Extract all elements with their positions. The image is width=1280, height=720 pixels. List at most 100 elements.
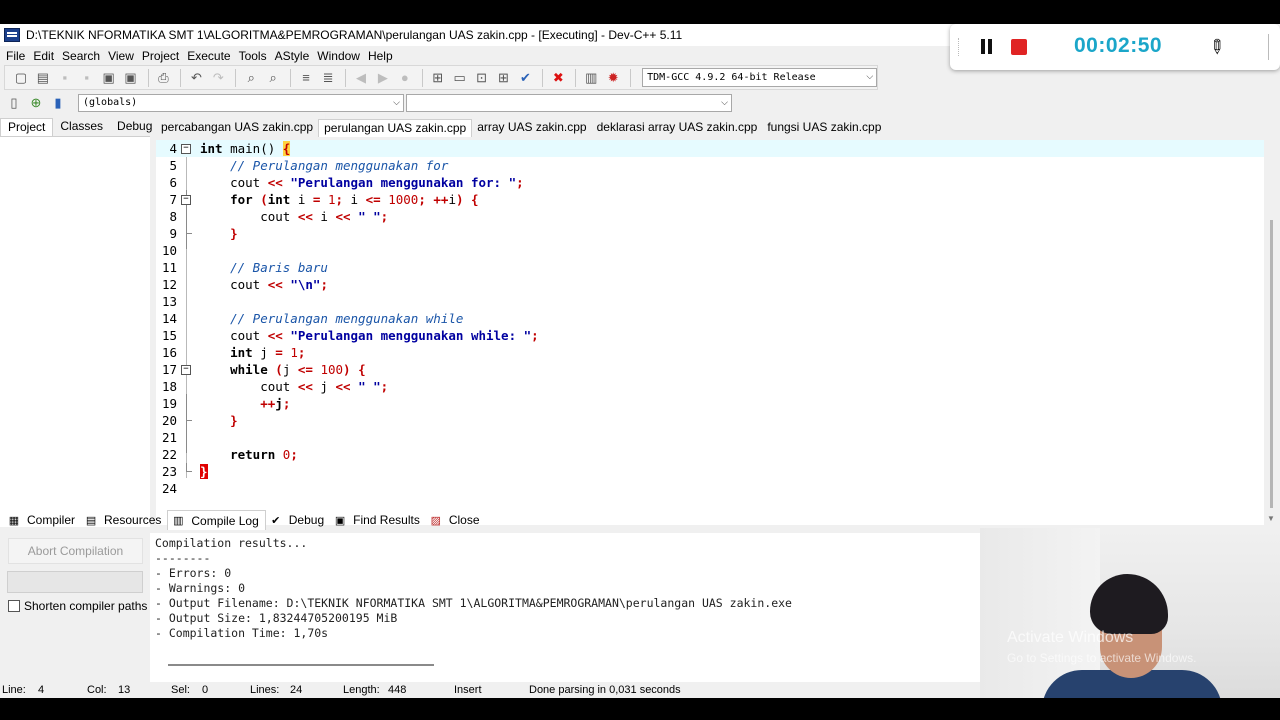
pause-icon[interactable] xyxy=(978,38,996,56)
tab-compiler[interactable]: ▦ Compiler xyxy=(4,510,81,530)
compile-log-output[interactable]: Compilation results... -------- - Errors… xyxy=(150,533,980,683)
rebuild-icon[interactable]: ⊞ xyxy=(494,68,514,88)
indent-icon[interactable]: ≡ xyxy=(296,68,316,88)
code-line[interactable]: 15 cout << "Perulangan menggunakan while… xyxy=(156,327,1264,344)
bookmark-icon[interactable]: ● xyxy=(395,68,415,88)
code-line[interactable]: 4− int main() { xyxy=(156,140,1264,157)
abort-compilation-button[interactable]: Abort Compilation xyxy=(8,538,143,564)
compiler-select[interactable]: TDM-GCC 4.9.2 64-bit Release ⌵ xyxy=(642,68,878,87)
tab-debug[interactable]: Debug xyxy=(110,118,159,136)
menu-help[interactable]: Help xyxy=(364,49,397,63)
editor-vertical-scrollbar[interactable]: ▼ xyxy=(1264,140,1280,525)
file-tab[interactable]: deklarasi array UAS zakin.cpp xyxy=(592,119,763,137)
debug-icon[interactable]: ✹ xyxy=(603,68,623,88)
code-line[interactable]: 19 ++j; xyxy=(156,395,1264,412)
menu-tools[interactable]: Tools xyxy=(235,49,271,63)
fold-toggle-icon[interactable]: − xyxy=(181,365,191,375)
file-tab[interactable]: array UAS zakin.cpp xyxy=(472,119,591,137)
code-line[interactable]: 22 return 0; xyxy=(156,446,1264,463)
code-line[interactable]: 8 cout << i << " "; xyxy=(156,208,1264,225)
code-line[interactable]: 12 cout << "\n"; xyxy=(156,276,1264,293)
code-text: cout << "Perulangan menggunakan while: "… xyxy=(200,327,539,344)
toggle-icon[interactable]: ▮ xyxy=(48,93,68,113)
menu-project[interactable]: Project xyxy=(138,49,183,63)
unindent-icon[interactable]: ≣ xyxy=(318,68,338,88)
run-icon[interactable]: ▭ xyxy=(450,68,470,88)
status-col-value: 13 xyxy=(118,684,131,696)
scroll-down-icon[interactable]: ▼ xyxy=(1267,514,1275,523)
new-class-icon[interactable]: ▯ xyxy=(4,93,24,113)
tab-project[interactable]: Project xyxy=(0,118,54,136)
fold-toggle-icon[interactable]: − xyxy=(181,144,191,154)
status-message: Done parsing in 0,031 seconds xyxy=(529,684,681,696)
code-line[interactable]: 14 // Perulangan menggunakan while xyxy=(156,310,1264,327)
forward-icon[interactable]: ▶ xyxy=(373,68,393,88)
save-all-icon[interactable]: ▪ xyxy=(77,68,97,88)
menu-view[interactable]: View xyxy=(104,49,138,63)
chart-icon[interactable]: ▥ xyxy=(581,68,601,88)
toolbar-separator xyxy=(575,68,577,87)
file-tab[interactable]: percabangan UAS zakin.cpp xyxy=(156,119,318,137)
draw-pen-icon[interactable]: ✎ xyxy=(1202,34,1230,62)
save-icon[interactable]: ▪ xyxy=(55,68,75,88)
file-tab-active[interactable]: perulangan UAS zakin.cpp xyxy=(318,119,473,137)
new-file-icon[interactable]: ▢ xyxy=(11,68,31,88)
scope-select[interactable]: (globals) ⌵ xyxy=(78,94,404,112)
code-line[interactable]: 21 xyxy=(156,429,1264,446)
tab-compile-log[interactable]: ▥ Compile Log xyxy=(167,510,266,530)
undo-icon[interactable]: ↶ xyxy=(186,68,206,88)
check-syntax-icon[interactable]: ✔ xyxy=(515,68,535,88)
menu-astyle[interactable]: AStyle xyxy=(271,49,314,63)
compile-log-horizontal-scrollbar[interactable] xyxy=(168,664,434,666)
scrollbar-thumb[interactable] xyxy=(1270,220,1273,508)
file-tab[interactable]: fungsi UAS zakin.cpp xyxy=(762,119,886,137)
code-line[interactable]: 23} xyxy=(156,463,1264,480)
print-icon[interactable]: ⎙ xyxy=(154,68,174,88)
code-line[interactable]: 24 xyxy=(156,480,1264,497)
shorten-paths-checkbox[interactable] xyxy=(8,600,20,612)
code-line[interactable]: 6 cout << "Perulangan menggunakan for: "… xyxy=(156,174,1264,191)
code-line[interactable]: 16 int j = 1; xyxy=(156,344,1264,361)
tab-find-results[interactable]: ▣ Find Results xyxy=(330,510,426,530)
insert-icon[interactable]: ⊕ xyxy=(26,93,46,113)
code-editor[interactable]: 4− int main() {5 // Perulangan menggunaka… xyxy=(156,140,1264,525)
redo-icon[interactable]: ↷ xyxy=(208,68,228,88)
code-line[interactable]: 9 } xyxy=(156,225,1264,242)
tab-close[interactable]: ▨ Close xyxy=(426,510,486,530)
code-line[interactable]: 13 xyxy=(156,293,1264,310)
compile-icon[interactable]: ⊞ xyxy=(428,68,448,88)
code-line[interactable]: 5 // Perulangan menggunakan for xyxy=(156,157,1264,174)
shorten-paths-option[interactable]: Shorten compiler paths xyxy=(8,599,147,613)
menu-execute[interactable]: Execute xyxy=(183,49,234,63)
tab-resources[interactable]: ▤ Resources xyxy=(81,510,167,530)
menu-window[interactable]: Window xyxy=(313,49,364,63)
back-icon[interactable]: ◀ xyxy=(351,68,371,88)
stop-icon[interactable]: ✖ xyxy=(548,68,568,88)
compile-run-icon[interactable]: ⊡ xyxy=(472,68,492,88)
fold-toggle-icon[interactable]: − xyxy=(181,195,191,205)
member-select[interactable]: ⌵ xyxy=(406,94,732,112)
project-tree[interactable] xyxy=(0,137,150,527)
tab-classes[interactable]: Classes xyxy=(53,118,110,136)
close-all-icon[interactable]: ▣ xyxy=(121,68,141,88)
menu-search[interactable]: Search xyxy=(58,49,104,63)
tab-debug-output[interactable]: ✔ Debug xyxy=(266,510,330,530)
compiler-select-value: TDM-GCC 4.9.2 64-bit Release xyxy=(647,72,816,83)
menu-edit[interactable]: Edit xyxy=(29,49,58,63)
bottom-panel-tabs: ▦ Compiler ▤ Resources ▥ Compile Log ✔ D… xyxy=(4,510,486,530)
open-icon[interactable]: ▤ xyxy=(33,68,53,88)
code-line[interactable]: 20 } xyxy=(156,412,1264,429)
code-line[interactable]: 18 cout << j << " "; xyxy=(156,378,1264,395)
code-line[interactable]: 17− while (j <= 100) { xyxy=(156,361,1264,378)
line-number: 12 xyxy=(161,277,177,292)
menu-file[interactable]: File xyxy=(2,49,29,63)
fold-end-marker xyxy=(186,225,192,234)
code-line[interactable]: 11 // Baris baru xyxy=(156,259,1264,276)
stop-record-icon[interactable] xyxy=(1011,39,1027,55)
drag-handle-icon[interactable] xyxy=(958,38,961,56)
close-file-icon[interactable]: ▣ xyxy=(99,68,119,88)
replace-icon[interactable]: ⌕ xyxy=(263,68,283,88)
find-icon[interactable]: ⌕ xyxy=(241,68,261,88)
code-line[interactable]: 10 xyxy=(156,242,1264,259)
code-line[interactable]: 7− for (int i = 1; i <= 1000; ++i) { xyxy=(156,191,1264,208)
